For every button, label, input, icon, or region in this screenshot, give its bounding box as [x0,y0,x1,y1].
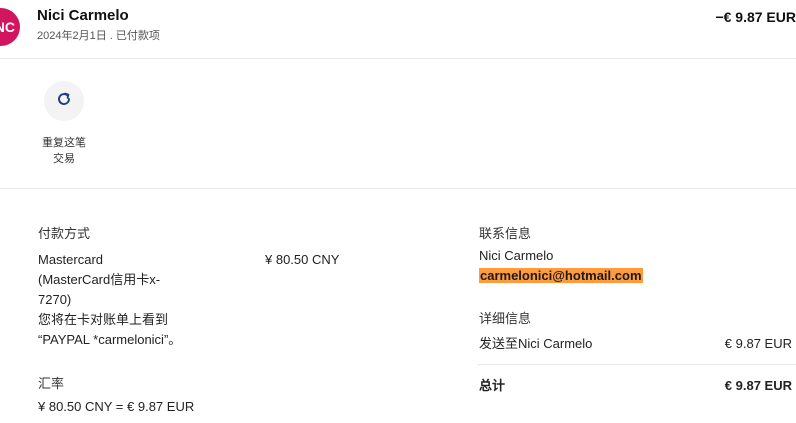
repeat-label-line1: 重复这笔 [42,137,86,149]
sent-to-amount: € 9.87 EUR [724,336,792,351]
transaction-date-status: 2024年2月1日 . 已付款项 [37,30,160,42]
payment-method-line: Mastercard [38,252,104,267]
transaction-amount: −€ 9.87 EUR [715,9,796,25]
contact-email[interactable]: carmelonici@hotmail.com [479,266,643,286]
payment-method-line: 您将在卡对账单上看到 [38,312,169,327]
repeat-label-line2: 交易 [53,153,75,165]
repeat-transaction-label[interactable]: 重复这笔 交易 [30,135,98,167]
contact-name: Nici Carmelo [479,248,554,263]
exchange-rate-value: ¥ 80.50 CNY = € 9.87 EUR [38,399,195,414]
transaction-header: NC Nici Carmelo 2024年2月1日 . 已付款项 −€ 9.87… [0,0,796,59]
actions-area: 重复这笔 交易 [0,59,796,189]
payment-amount: ¥ 80.50 CNY [265,252,340,267]
contact-info-title: 联系信息 [479,226,532,241]
payment-method-line: (MasterCard信用卡x- [38,272,161,287]
payment-method-line: “PAYPAL *carmelonici”。 [38,332,182,347]
details-title: 详细信息 [479,311,532,326]
payment-method-title: 付款方式 [38,226,91,241]
total-amount: € 9.87 EUR [724,378,792,393]
avatar: NC [0,8,20,46]
exchange-rate-title: 汇率 [38,376,65,391]
contact-email-text[interactable]: carmelonici@hotmail.com [479,268,643,283]
payment-method-details: Mastercard (MasterCard信用卡x- 7270) 您将在卡对账… [38,250,248,350]
refresh-icon [56,91,72,112]
repeat-transaction-button[interactable] [44,81,84,121]
total-label: 总计 [479,378,506,393]
sent-to-label: 发送至Nici Carmelo [479,336,593,351]
details-divider [478,364,796,365]
merchant-name: Nici Carmelo [37,7,129,24]
payment-method-line: 7270) [38,292,72,307]
